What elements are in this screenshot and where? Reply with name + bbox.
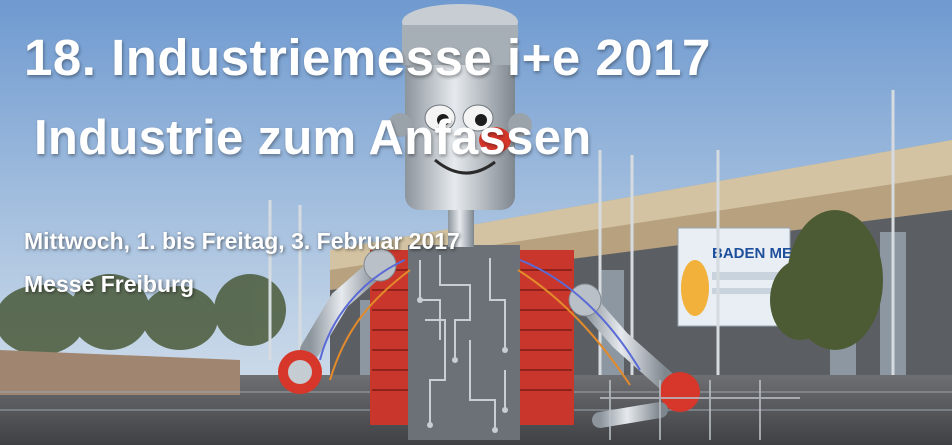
subheadline: Industrie zum Anfassen bbox=[34, 111, 592, 165]
headline: 18. Industriemesse i+e 2017 bbox=[24, 29, 711, 86]
messe-sign-text: BADEN MES bbox=[712, 245, 802, 262]
event-location: Messe Freiburg bbox=[24, 271, 194, 297]
event-date: Mittwoch, 1. bis Freitag, 3. Februar 201… bbox=[24, 228, 460, 254]
event-banner: BADEN MES 18. Industriemesse i+e 2017 In… bbox=[0, 0, 952, 445]
